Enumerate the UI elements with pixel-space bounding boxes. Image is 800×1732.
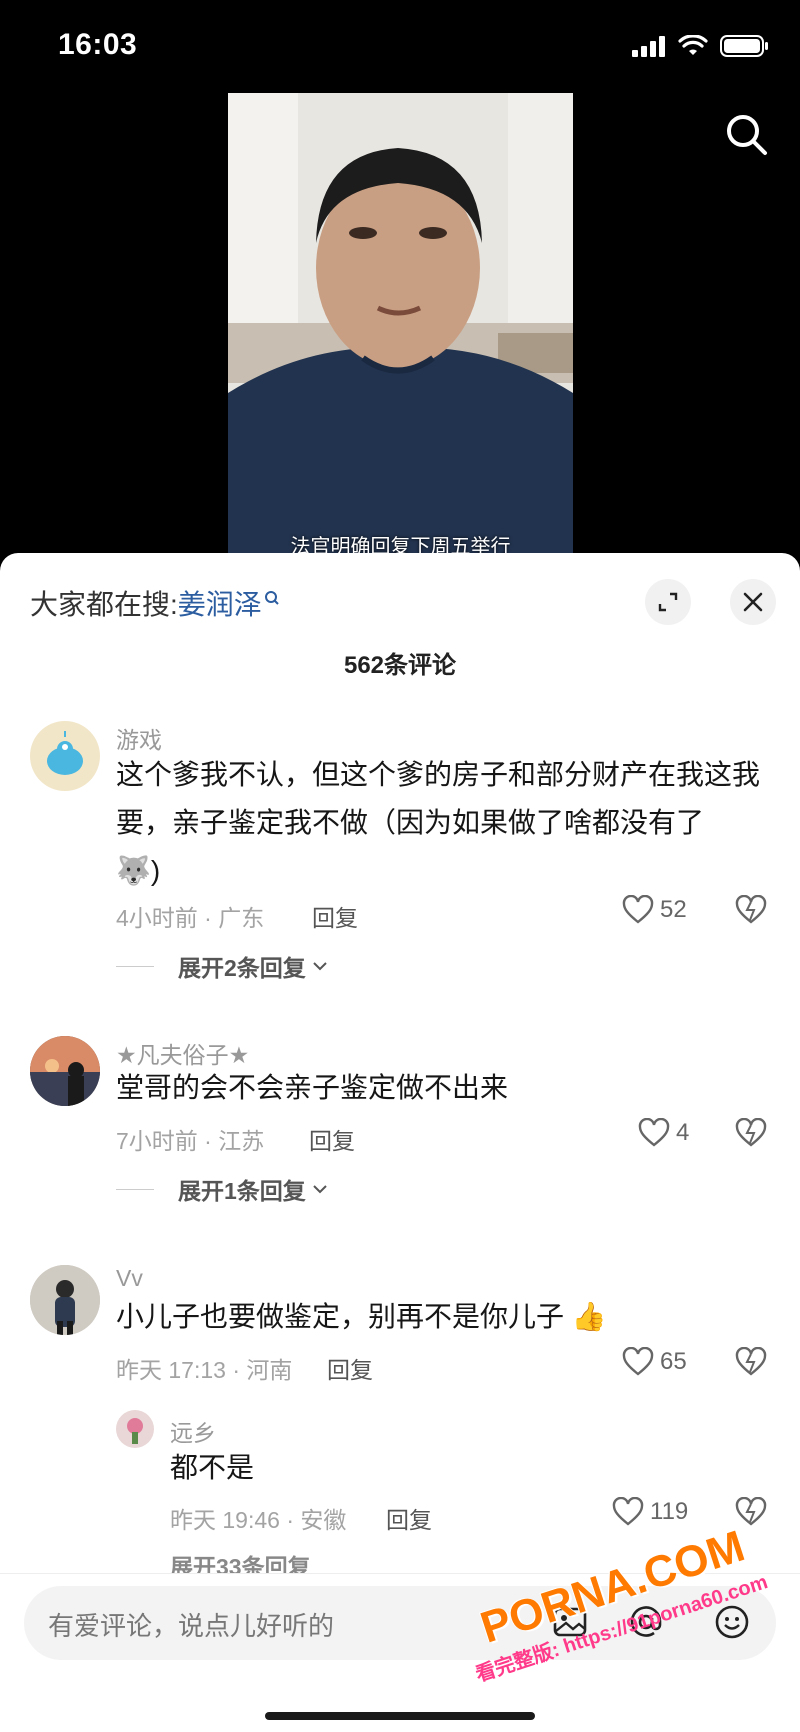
like-count: 119 — [650, 1498, 689, 1525]
search-icon — [264, 591, 279, 605]
comment-text: 堂哥的会不会亲子鉴定做不出来 — [116, 1072, 509, 1103]
heart-icon — [638, 1118, 670, 1147]
heart-icon — [622, 1347, 654, 1376]
status-time: 16:03 — [58, 28, 138, 61]
expand-button[interactable] — [645, 579, 691, 625]
comment-time-location: 7小时前 · 江苏 — [116, 1128, 265, 1154]
comment-input-placeholder: 有爱评论，说点儿好听的 — [48, 1611, 335, 1641]
comment-text-line: 小儿子也要做鉴定，别再不是你儿子 — [116, 1301, 565, 1332]
dislike-button[interactable] — [735, 1346, 767, 1382]
chevron-down-icon — [313, 1185, 327, 1194]
suggestion-prefix: 大家都在搜: — [30, 589, 178, 620]
status-bar: 16:03 — [0, 0, 800, 95]
close-icon — [743, 592, 763, 612]
comment-time-location: 4小时前 · 广东 — [116, 905, 265, 931]
suggestion-term[interactable]: 姜润泽 — [178, 583, 262, 623]
expand-replies[interactable]: 展开1条回复 — [116, 1172, 328, 1206]
like-count: 4 — [676, 1119, 690, 1146]
like-button[interactable]: 4 — [638, 1118, 689, 1148]
dislike-heart-icon — [735, 1346, 767, 1376]
comment-username[interactable]: Vv — [116, 1265, 143, 1292]
comment-text: 都不是 — [170, 1452, 255, 1483]
search-suggestion[interactable]: 大家都在搜: 姜润泽 — [30, 583, 280, 623]
like-button[interactable]: 119 — [612, 1497, 688, 1527]
avatar[interactable] — [30, 1265, 100, 1335]
signal-icon — [632, 36, 665, 57]
home-indicator — [265, 1712, 535, 1720]
dislike-button[interactable] — [735, 894, 767, 930]
image-icon[interactable] — [552, 1604, 588, 1640]
divider — [116, 965, 154, 967]
expand-replies[interactable]: 展开2条回复 — [116, 949, 328, 983]
thumbs-up-emoji-icon: 👍 — [571, 1301, 607, 1332]
reply-button[interactable]: 回复 — [386, 1501, 432, 1535]
chevron-down-icon — [313, 962, 327, 971]
comment-time-location: 昨天 19:46 · 安徽 — [170, 1507, 347, 1533]
comment-input-bar: 有爱评论，说点儿好听的 — [0, 1573, 800, 1732]
comment-text-line: 这个爹我不认，但这个爹的房子和部分财产在我这我 — [116, 759, 761, 790]
like-count: 65 — [660, 1348, 687, 1375]
wifi-icon — [678, 35, 708, 55]
dislike-heart-icon — [735, 1496, 767, 1526]
dog-emoji-icon: 🐺 — [116, 855, 151, 886]
dislike-heart-icon — [735, 894, 767, 924]
at-icon[interactable] — [628, 1604, 664, 1640]
close-button[interactable] — [730, 579, 776, 625]
comment-time-location: 昨天 17:13 · 河南 — [116, 1357, 293, 1383]
comment-text-line: 要，亲子鉴定我不做（因为如果做了啥都没有了 — [116, 807, 705, 838]
emoji-icon[interactable] — [714, 1604, 750, 1640]
dislike-heart-icon — [735, 1117, 767, 1147]
battery-icon — [720, 35, 768, 57]
reply-button[interactable]: 回复 — [309, 1122, 355, 1156]
expand-icon — [658, 592, 678, 612]
search-button[interactable] — [722, 110, 772, 160]
avatar[interactable] — [116, 1410, 154, 1448]
like-count: 52 — [660, 896, 687, 923]
avatar[interactable] — [30, 721, 100, 791]
comment-username[interactable]: 游戏 — [116, 721, 162, 755]
status-icons — [632, 34, 770, 58]
reply-button[interactable]: 回复 — [312, 899, 358, 933]
heart-icon — [612, 1497, 644, 1526]
search-icon — [727, 115, 767, 155]
comment-username[interactable]: 远乡 — [170, 1414, 216, 1448]
comment-text-tail: ) — [150, 855, 161, 886]
comment-text-line: 🐺) — [116, 847, 776, 895]
dislike-button[interactable] — [735, 1117, 767, 1153]
comment-sheet: 大家都在搜: 姜润泽 562条评论 游戏 这个爹我不认，但这个爹的房子和部分财产… — [0, 553, 800, 1731]
video-player[interactable]: 法官明确回复下周五举行 — [228, 93, 573, 563]
expand-replies-label: 展开1条回复 — [178, 1178, 306, 1204]
like-button[interactable]: 52 — [622, 895, 687, 925]
divider — [116, 1188, 154, 1190]
dislike-button[interactable] — [735, 1496, 767, 1532]
reply-button[interactable]: 回复 — [327, 1351, 373, 1385]
video-frame-image — [228, 93, 573, 563]
comment-count: 562条评论 — [343, 652, 457, 679]
comment-input[interactable]: 有爱评论，说点儿好听的 — [24, 1586, 776, 1660]
heart-icon — [622, 895, 654, 924]
like-button[interactable]: 65 — [622, 1347, 687, 1377]
expand-replies-label: 展开2条回复 — [178, 955, 306, 981]
comment-text: 这个爹我不认，但这个爹的房子和部分财产在我这我 要，亲子鉴定我不做（因为如果做了… — [116, 751, 776, 895]
comment-text: 小儿子也要做鉴定，别再不是你儿子 👍 — [116, 1293, 776, 1341]
avatar[interactable] — [30, 1036, 100, 1106]
